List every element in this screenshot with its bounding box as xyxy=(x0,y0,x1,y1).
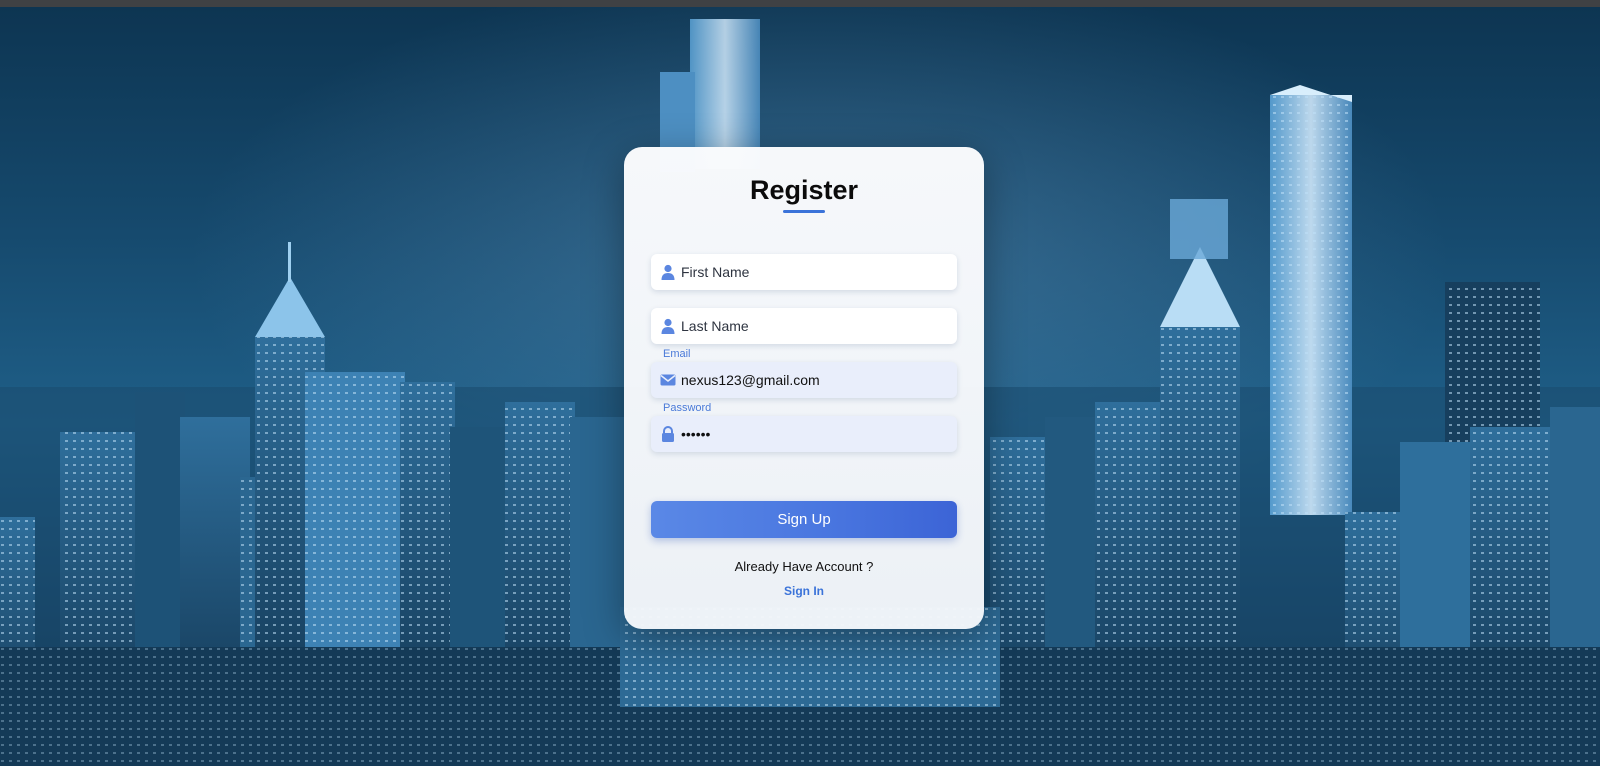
lock-icon xyxy=(660,426,676,442)
register-card: Register Email Pas xyxy=(624,147,984,629)
user-icon xyxy=(660,318,676,334)
first-name-field[interactable] xyxy=(651,254,957,290)
envelope-icon xyxy=(660,372,676,388)
first-name-input[interactable] xyxy=(681,254,949,290)
sign-in-link[interactable]: Sign In xyxy=(624,584,984,598)
user-icon xyxy=(660,264,676,280)
last-name-input[interactable] xyxy=(681,308,949,344)
email-label: Email xyxy=(663,348,691,360)
browser-top-bar xyxy=(0,0,1600,7)
password-field[interactable] xyxy=(651,416,957,452)
email-field[interactable] xyxy=(651,362,957,398)
title-underline xyxy=(783,210,825,213)
email-input[interactable] xyxy=(681,362,949,398)
password-input[interactable] xyxy=(681,416,949,452)
register-title: Register xyxy=(749,175,859,205)
already-have-account-text: Already Have Account ? xyxy=(734,559,874,574)
sign-up-button[interactable]: Sign Up xyxy=(651,501,957,538)
last-name-field[interactable] xyxy=(651,308,957,344)
password-label: Password xyxy=(663,402,712,414)
